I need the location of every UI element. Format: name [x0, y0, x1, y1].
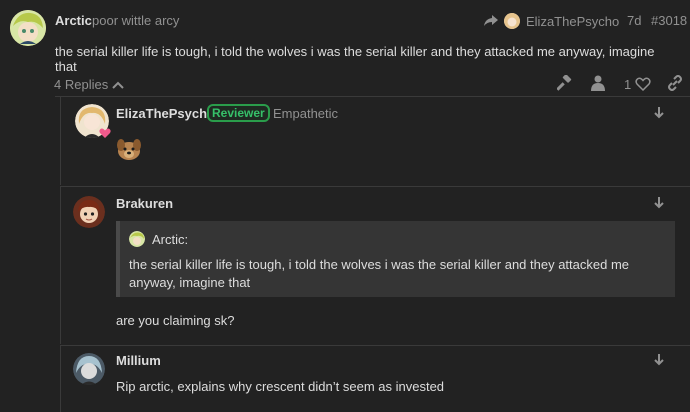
- user-icon: [591, 75, 605, 91]
- arrow-down-icon: [654, 107, 664, 119]
- share-link-button[interactable]: [666, 74, 684, 92]
- avatar-millium[interactable]: [73, 353, 105, 385]
- quote-author[interactable]: Arctic:: [152, 232, 188, 247]
- post-number[interactable]: #3018: [651, 13, 687, 28]
- reply-author-name[interactable]: Millium: [116, 353, 161, 368]
- reviewer-badge: Reviewer: [207, 104, 270, 122]
- heart-icon: [635, 77, 651, 91]
- post-body: the serial killer life is tough, i told …: [55, 44, 655, 74]
- jump-to-post-button[interactable]: [651, 105, 667, 121]
- reply-author-name[interactable]: Brakuren: [116, 196, 173, 211]
- post-author-name[interactable]: Arctic: [55, 13, 92, 28]
- heart-flair-icon: [99, 128, 111, 138]
- avatar-brakuren[interactable]: [73, 196, 105, 228]
- replies-toggle-label: 4 Replies: [54, 77, 109, 92]
- jump-to-post-button[interactable]: [651, 195, 667, 211]
- replies-toggle-button[interactable]: 4 Replies: [54, 77, 124, 92]
- post-age[interactable]: 7d: [627, 13, 641, 28]
- jump-to-post-button[interactable]: [651, 352, 667, 368]
- hammer-icon: [557, 75, 572, 91]
- quote-block: Arctic: the serial killer life is tough,…: [116, 221, 675, 297]
- admin-user-button[interactable]: [589, 74, 607, 92]
- reply-arrow-icon: [484, 15, 498, 26]
- moderator-hammer-button[interactable]: [555, 74, 575, 92]
- reply-to-indicator[interactable]: ElizaThePsycho: [484, 11, 619, 31]
- reply-author-name[interactable]: ElizaThePsycho: [116, 106, 215, 121]
- reply-millium: Millium Rip arctic, explains why crescen…: [60, 346, 690, 412]
- dog-emoji: [116, 137, 142, 161]
- reply-body: Rip arctic, explains why crescent didn’t…: [116, 379, 445, 394]
- avatar-arctic[interactable]: [10, 10, 46, 46]
- like-button[interactable]: [634, 75, 652, 93]
- reply-to-avatar: [504, 13, 520, 29]
- arrow-down-icon: [654, 197, 664, 209]
- reply-body: are you claiming sk?: [116, 313, 235, 328]
- chevron-up-icon: [112, 81, 124, 89]
- arrow-down-icon: [654, 354, 664, 366]
- link-icon: [668, 75, 682, 91]
- like-count: 1: [624, 77, 632, 92]
- quote-avatar: [129, 231, 145, 247]
- post-user-title: poor wittle arcy: [92, 13, 180, 28]
- quote-text: the serial killer life is tough, i told …: [129, 257, 630, 290]
- reply-to-username: ElizaThePsycho: [526, 13, 620, 29]
- reply-elizathepsycho: ElizaThePsycho Reviewer Empathetic: [60, 97, 690, 185]
- reply-user-title: Empathetic: [273, 106, 339, 121]
